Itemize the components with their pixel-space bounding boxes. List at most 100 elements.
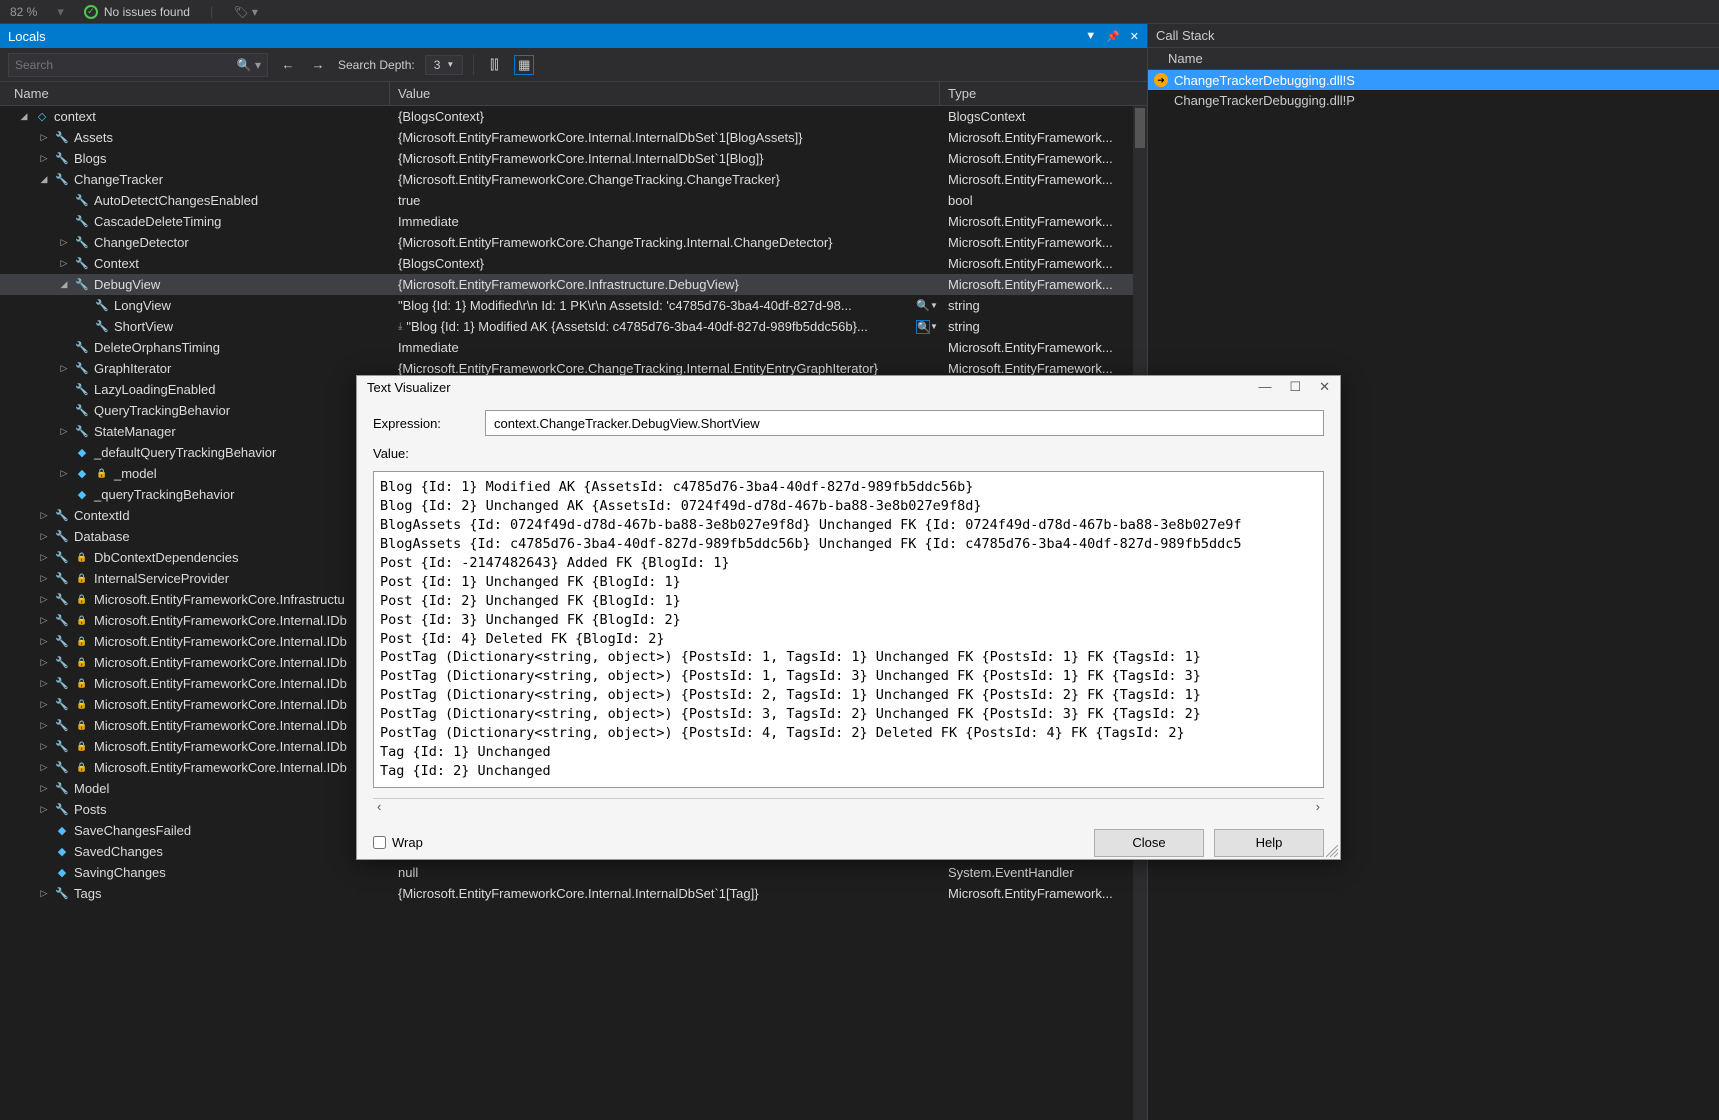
table-row[interactable]: ▷🔧ChangeDetector{Microsoft.EntityFramewo… [0,232,1147,253]
prop-icon: 🔧 [74,193,90,209]
expander-icon[interactable]: ◢ [38,174,50,185]
row-type: Microsoft.EntityFramework... [940,256,1147,271]
row-name: StateManager [94,424,176,439]
issues-indicator[interactable]: ✓ No issues found [84,5,190,19]
filter-icon[interactable]: ⫿⫿ [484,55,504,75]
expander-icon[interactable]: ▷ [38,615,50,626]
minimize-icon[interactable]: — [1258,379,1271,395]
expander-icon[interactable]: ▷ [38,594,50,605]
table-row[interactable]: ◢🔧ChangeTracker{Microsoft.EntityFramewor… [0,169,1147,190]
expander-icon[interactable]: ▷ [58,468,70,479]
table-row[interactable]: ▷🔧Assets{Microsoft.EntityFrameworkCore.I… [0,127,1147,148]
prop-icon: 🔧 [94,298,110,314]
expander-icon[interactable]: ▷ [38,132,50,143]
expander-icon[interactable]: ▷ [38,531,50,542]
tag-icon[interactable]: 🏷 ▾ [233,5,258,19]
expander-icon[interactable]: ▷ [38,657,50,668]
close-icon[interactable]: ✕ [1319,379,1330,395]
resize-grip[interactable] [1326,845,1338,857]
expander-icon[interactable]: ◢ [58,279,70,290]
search-icon[interactable]: 🔍 ▾ [237,58,261,72]
text-visualizer-dialog: Text Visualizer — ☐ ✕ Expression: Value:… [356,375,1341,860]
row-type: Microsoft.EntityFramework... [940,361,1147,376]
table-row[interactable]: 🔧AutoDetectChangesEnabledtruebool [0,190,1147,211]
lock-icon: 🔒 [74,634,90,650]
table-row[interactable]: ◢🔧DebugView{Microsoft.EntityFrameworkCor… [0,274,1147,295]
dropdown-icon[interactable]: ▼ [930,322,940,331]
expander-icon[interactable]: ▷ [38,552,50,563]
current-frame-icon: ➜ [1154,73,1168,87]
expander-icon[interactable]: ▷ [38,153,50,164]
callstack-title-bar[interactable]: Call Stack [1148,24,1719,48]
col-value[interactable]: Value [390,82,940,105]
dropdown-icon[interactable]: ▼ [930,301,940,310]
table-row[interactable]: 🔧DeleteOrphansTimingImmediateMicrosoft.E… [0,337,1147,358]
nav-back-icon[interactable]: ← [278,55,298,75]
visualizer-title-bar[interactable]: Text Visualizer — ☐ ✕ [357,376,1340,398]
row-name: GraphIterator [94,361,171,376]
depth-select[interactable]: 3▼ [425,55,464,75]
expander-icon[interactable]: ▷ [58,426,70,437]
table-row[interactable]: 🔧CascadeDeleteTimingImmediateMicrosoft.E… [0,211,1147,232]
box-icon[interactable]: ▦ [514,55,534,75]
prop-icon: 🔧 [54,697,70,713]
prop-icon: 🔧 [54,172,70,188]
prop-icon: 🔧 [54,508,70,524]
prop-icon: 🔧 [54,613,70,629]
pin-icon[interactable]: ⤓ [398,321,402,332]
expander-icon[interactable]: ▷ [38,699,50,710]
zoom-level[interactable]: 82 % [10,5,37,19]
expander-icon[interactable]: ▷ [38,636,50,647]
expander-icon[interactable]: ▷ [38,888,50,899]
col-type[interactable]: Type [940,82,1147,105]
callstack-row[interactable]: ChangeTrackerDebugging.dll!P [1148,90,1719,110]
nav-forward-icon[interactable]: → [308,55,328,75]
expander-icon[interactable]: ▷ [38,573,50,584]
expander-icon[interactable]: ▷ [38,510,50,521]
row-name: Context [94,256,139,271]
pin-icon[interactable]: 📌 [1106,30,1120,43]
callstack-row[interactable]: ➜ChangeTrackerDebugging.dll!S [1148,70,1719,90]
prop-icon: 🔧 [54,151,70,167]
expander-icon[interactable]: ▷ [38,720,50,731]
expander-icon[interactable]: ▷ [58,258,70,269]
magnify-icon[interactable]: 🔍 [916,299,930,313]
expander-icon[interactable]: ▷ [38,762,50,773]
value-textarea[interactable]: Blog {Id: 1} Modified AK {AssetsId: c478… [373,471,1324,787]
prop-icon: 🔧 [54,550,70,566]
table-row[interactable]: ◆SavingChangesnullSystem.EventHandler [0,862,1147,883]
expander-icon[interactable]: ▷ [58,237,70,248]
h-scrollbar[interactable]: ‹ › [373,798,1324,815]
close-button[interactable]: Close [1094,829,1204,857]
search-input[interactable]: 🔍 ▾ [8,53,268,77]
table-row[interactable]: 🔧ShortView⤓"Blog {Id: 1} Modified AK {As… [0,316,1147,337]
expression-input[interactable] [485,410,1324,436]
table-row[interactable]: ▷🔧Context{BlogsContext}Microsoft.EntityF… [0,253,1147,274]
table-row[interactable]: ▷🔧Tags{Microsoft.EntityFrameworkCore.Int… [0,883,1147,904]
magnify-icon[interactable]: 🔍 [916,320,930,334]
maximize-icon[interactable]: ☐ [1289,379,1301,395]
expander-icon[interactable]: ▷ [38,678,50,689]
expander-icon[interactable]: ◢ [18,111,30,122]
close-icon[interactable]: ✕ [1130,30,1139,43]
expander-icon[interactable]: ▷ [38,783,50,794]
locals-title-bar[interactable]: Locals ▼ 📌 ✕ [0,24,1147,48]
row-name: Microsoft.EntityFrameworkCore.Internal.I… [94,697,347,712]
var-icon: ◇ [34,109,50,125]
help-button[interactable]: Help [1214,829,1324,857]
expander-icon[interactable]: ▷ [38,741,50,752]
callstack-col-name[interactable]: Name [1148,48,1719,70]
col-name[interactable]: Name [0,82,390,105]
row-name: ChangeDetector [94,235,189,250]
expander-icon[interactable]: ▷ [38,804,50,815]
row-name: Microsoft.EntityFrameworkCore.Internal.I… [94,676,347,691]
wrap-checkbox[interactable]: Wrap [373,835,423,850]
row-name: Microsoft.EntityFrameworkCore.Internal.I… [94,613,347,628]
table-row[interactable]: 🔧LongView"Blog {Id: 1} Modified\r\n Id: … [0,295,1147,316]
table-row[interactable]: ▷🔧Blogs{Microsoft.EntityFrameworkCore.In… [0,148,1147,169]
row-name: _model [114,466,157,481]
row-type: Microsoft.EntityFramework... [940,340,1147,355]
table-row[interactable]: ◢◇context{BlogsContext}BlogsContext [0,106,1147,127]
dropdown-icon[interactable]: ▼ [1085,30,1096,43]
expander-icon[interactable]: ▷ [58,363,70,374]
